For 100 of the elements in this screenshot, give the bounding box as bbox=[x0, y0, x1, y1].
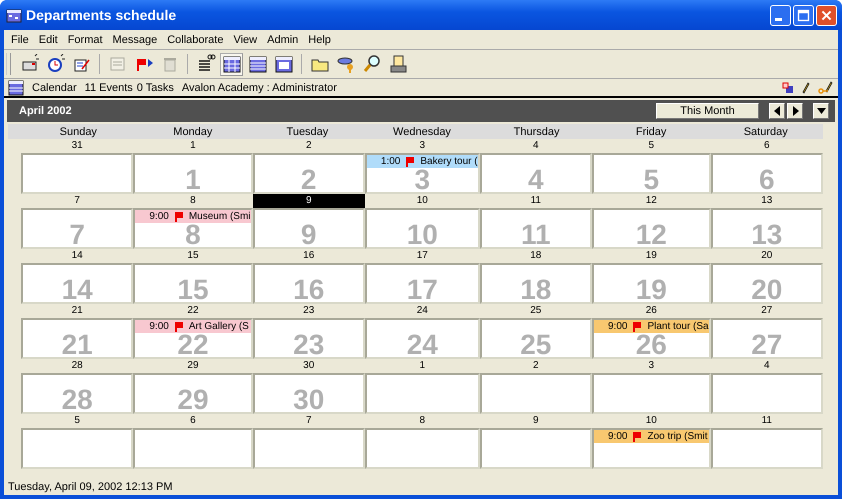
event-bar[interactable]: 1:00 Bakery tour ( bbox=[366, 155, 478, 168]
day-number[interactable]: 4 bbox=[533, 140, 539, 152]
menu-item[interactable]: Admin bbox=[262, 34, 304, 46]
day-number[interactable]: 6 bbox=[190, 415, 196, 427]
day-watermark: 14 bbox=[60, 278, 94, 302]
weekday-label: Thursday bbox=[512, 126, 560, 138]
event-bar[interactable]: 9:00 Plant tour (Sa bbox=[594, 320, 709, 333]
day-number[interactable]: 15 bbox=[187, 250, 199, 262]
event-bar[interactable]: 9:00 Museum (Smi bbox=[135, 210, 251, 223]
day-number[interactable]: 9 bbox=[533, 415, 539, 427]
day-number[interactable]: 26 bbox=[646, 305, 657, 317]
day-cell[interactable] bbox=[710, 373, 823, 414]
caret-icon bbox=[816, 108, 826, 114]
day-number[interactable]: 13 bbox=[761, 195, 772, 207]
next-button[interactable] bbox=[787, 103, 803, 119]
day-number[interactable]: 2 bbox=[533, 360, 539, 372]
previous-button[interactable] bbox=[769, 103, 785, 119]
dropdown-button[interactable] bbox=[813, 103, 829, 119]
minimize-icon bbox=[775, 18, 782, 20]
day-number[interactable]: 27 bbox=[761, 305, 772, 317]
day-number[interactable]: 14 bbox=[72, 250, 83, 262]
weekday-label: Tuesday bbox=[286, 126, 330, 138]
calendar-app-icon bbox=[6, 7, 22, 23]
event-bar[interactable]: 9:00 Zoo trip (Smit bbox=[594, 430, 709, 443]
day-number[interactable]: 11 bbox=[762, 415, 772, 427]
day-watermark: 6 bbox=[758, 168, 776, 192]
menu-item[interactable]: File bbox=[6, 34, 34, 46]
day-number[interactable]: 9 bbox=[252, 194, 365, 208]
close-button[interactable] bbox=[816, 4, 837, 26]
day-number[interactable]: 10 bbox=[646, 415, 657, 427]
day-watermark: 27 bbox=[750, 333, 784, 357]
maximize-button[interactable] bbox=[793, 4, 814, 26]
day-cell[interactable]: 1:00 Bakery tour ( 3 bbox=[364, 153, 480, 194]
event-time: 9:00 bbox=[149, 321, 169, 332]
day-number[interactable]: 18 bbox=[530, 250, 542, 262]
menu-item[interactable]: Message bbox=[108, 34, 162, 46]
this-month-button[interactable]: This Month bbox=[656, 103, 759, 119]
day-number[interactable]: 10 bbox=[416, 195, 428, 207]
menu-item[interactable]: Edit bbox=[34, 34, 63, 46]
day-watermark: 15 bbox=[176, 278, 210, 302]
day-watermark: 4 bbox=[527, 168, 545, 192]
day-number[interactable]: 7 bbox=[306, 415, 312, 427]
day-number[interactable]: 25 bbox=[530, 305, 542, 317]
menu-item[interactable]: Collaborate bbox=[162, 34, 228, 46]
day-number[interactable]: 3 bbox=[648, 360, 654, 372]
weekday-label: Sunday bbox=[58, 126, 98, 138]
day-cell[interactable] bbox=[252, 428, 365, 469]
day-number[interactable]: 29 bbox=[187, 360, 199, 372]
day-number[interactable]: 17 bbox=[416, 250, 428, 262]
day-number[interactable]: 20 bbox=[761, 250, 772, 262]
month-calendar-icon[interactable] bbox=[220, 52, 243, 76]
day-number[interactable]: 5 bbox=[74, 415, 80, 427]
day-cell[interactable]: 9:00 Zoo trip (Smit bbox=[592, 428, 711, 469]
day-watermark: 10 bbox=[406, 223, 439, 247]
day-watermark: 30 bbox=[292, 388, 326, 412]
day-cell[interactable] bbox=[480, 373, 592, 414]
day-cell[interactable]: 9:00 Museum (Smi 8 bbox=[133, 208, 253, 249]
day-number[interactable]: 1 bbox=[419, 360, 426, 372]
day-cell[interactable] bbox=[592, 373, 711, 414]
events-count: 11 Events bbox=[84, 82, 133, 94]
day-watermark: 24 bbox=[406, 333, 439, 357]
day-cell[interactable] bbox=[480, 428, 592, 469]
day-cell[interactable] bbox=[21, 153, 134, 194]
day-number[interactable]: 3 bbox=[419, 140, 426, 152]
day-number[interactable]: 6 bbox=[764, 140, 770, 152]
day-number[interactable]: 23 bbox=[303, 305, 314, 317]
day-cell[interactable] bbox=[710, 428, 823, 469]
day-number[interactable]: 24 bbox=[416, 305, 428, 317]
day-number[interactable]: 21 bbox=[72, 305, 83, 317]
day-number[interactable]: 16 bbox=[303, 250, 314, 262]
day-number[interactable]: 22 bbox=[187, 305, 199, 317]
day-watermark: 21 bbox=[60, 333, 94, 357]
day-number[interactable]: 8 bbox=[419, 415, 426, 427]
day-cell[interactable] bbox=[364, 428, 480, 469]
day-cell[interactable] bbox=[21, 428, 134, 469]
day-number[interactable]: 11 bbox=[530, 195, 541, 207]
day-cell[interactable]: 9:00 Plant tour (Sa 26 bbox=[592, 318, 711, 359]
day-number[interactable]: 1 bbox=[190, 140, 196, 152]
day-number[interactable]: 4 bbox=[764, 360, 770, 372]
day-cell[interactable] bbox=[133, 428, 253, 469]
day-number[interactable]: 7 bbox=[74, 195, 80, 207]
day-number[interactable]: 30 bbox=[303, 360, 314, 372]
day-watermark: 29 bbox=[176, 388, 210, 412]
month-title: April 2002 bbox=[19, 105, 72, 117]
day-number[interactable]: 19 bbox=[646, 250, 657, 262]
day-cell[interactable]: 9:00 Art Gallery (S 22 bbox=[133, 318, 253, 359]
menu-item[interactable]: Format bbox=[62, 34, 108, 46]
day-number[interactable]: 12 bbox=[646, 195, 657, 207]
day-number[interactable]: 5 bbox=[648, 140, 654, 152]
menu-item[interactable]: Help bbox=[303, 34, 336, 46]
menu-item[interactable]: View bbox=[228, 34, 262, 46]
day-number[interactable]: 8 bbox=[190, 195, 196, 207]
day-watermark: 7 bbox=[68, 223, 86, 247]
day-watermark: 17 bbox=[406, 278, 439, 302]
event-bar[interactable]: 9:00 Art Gallery (S bbox=[135, 320, 251, 333]
day-cell[interactable] bbox=[364, 373, 480, 414]
day-number[interactable]: 31 bbox=[72, 140, 83, 152]
day-number[interactable]: 28 bbox=[72, 360, 83, 372]
minimize-button[interactable] bbox=[770, 4, 791, 26]
day-number[interactable]: 2 bbox=[306, 140, 312, 152]
